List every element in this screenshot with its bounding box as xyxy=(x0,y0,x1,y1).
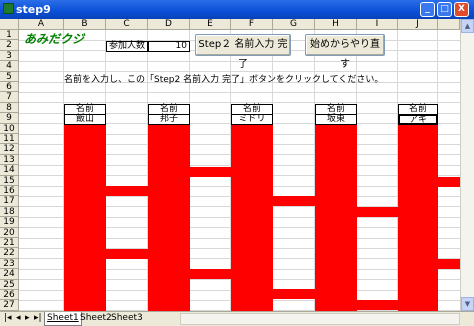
column-header[interactable]: A xyxy=(19,19,64,30)
excel-window: step9 _ □ X ABCDEFGHIJ 1 2 3 4 5 6 7 8 9 10 11 12 13… xyxy=(0,0,474,326)
row-header[interactable]: 18 xyxy=(0,206,19,218)
ladder-rung xyxy=(438,259,460,269)
gridline xyxy=(19,92,460,93)
name-cell-active[interactable]: アキ xyxy=(398,114,438,125)
row-header[interactable]: 11 xyxy=(0,134,19,145)
row-header[interactable]: 23 xyxy=(0,258,19,270)
ladder-column-b xyxy=(64,125,106,311)
ladder-rung xyxy=(106,249,148,259)
row-header[interactable]: 21 xyxy=(0,238,19,249)
row-header[interactable]: 13 xyxy=(0,154,19,166)
step2-complete-button[interactable]: Step２ 名前入力 完了 xyxy=(195,34,291,70)
ladder-rung xyxy=(190,269,231,279)
column-header-filler xyxy=(438,19,460,30)
ladder-rung xyxy=(438,177,460,187)
row-header[interactable]: 19 xyxy=(0,217,19,228)
row-header[interactable]: 14 xyxy=(0,165,19,176)
ladder-column-d xyxy=(148,125,190,311)
instruction-text: 名前を入力し、この「Step2 名前入力 完了」ボタンをクリックしてください。 xyxy=(64,75,384,85)
row-header[interactable]: 8 xyxy=(0,102,19,114)
row-header[interactable]: 3 xyxy=(0,50,19,62)
row-header[interactable]: 5 xyxy=(0,71,19,82)
column-header[interactable]: F xyxy=(231,19,273,30)
close-button[interactable]: X xyxy=(454,2,469,17)
ladder-rung xyxy=(273,196,315,206)
row-header[interactable]: 22 xyxy=(0,248,19,259)
select-all-corner[interactable] xyxy=(0,19,19,30)
tab-sheet3[interactable]: Sheet3 xyxy=(109,312,145,325)
row-header[interactable]: 24 xyxy=(0,269,19,280)
name-cell[interactable]: 飯山 xyxy=(64,114,106,125)
tab-next-icon[interactable]: ▸ xyxy=(23,312,32,325)
ladder-rung xyxy=(357,300,398,310)
scroll-up-arrow[interactable]: ▲ xyxy=(461,19,474,33)
row-header[interactable]: 25 xyxy=(0,279,19,290)
tab-last-icon[interactable]: ▸| xyxy=(32,312,44,325)
tab-first-icon[interactable]: |◂ xyxy=(2,312,14,325)
participants-label: 参加人数 xyxy=(106,41,148,52)
horizontal-scrollbar[interactable] xyxy=(180,313,460,325)
column-header[interactable]: D xyxy=(148,19,190,30)
maximize-button[interactable]: □ xyxy=(437,2,452,17)
ladder-column-f xyxy=(231,125,273,311)
row-header[interactable]: 20 xyxy=(0,227,19,238)
row-header[interactable]: 2 xyxy=(0,40,19,51)
name-cell[interactable]: 坂東 xyxy=(315,114,357,125)
ladder-rung xyxy=(273,289,315,299)
ladder-rung xyxy=(106,186,148,196)
row-header[interactable]: 4 xyxy=(0,61,19,72)
column-header[interactable]: C xyxy=(106,19,148,30)
row-header[interactable]: 12 xyxy=(0,144,19,155)
vertical-scrollbar[interactable]: ▲ ▼ xyxy=(460,19,474,311)
title-bar: step9 _ □ X xyxy=(0,0,474,19)
row-header[interactable]: 1 xyxy=(0,30,19,41)
tab-sheet1[interactable]: Sheet1 xyxy=(44,312,82,326)
window-title: step9 xyxy=(16,3,51,16)
name-cell[interactable]: 邦子 xyxy=(148,114,190,125)
column-header[interactable]: H xyxy=(315,19,357,30)
ladder-rung xyxy=(357,207,398,217)
excel-icon xyxy=(3,3,14,14)
row-header[interactable]: 26 xyxy=(0,290,19,301)
worksheet-grid[interactable]: ABCDEFGHIJ 1 2 3 4 5 6 7 8 9 10 11 12 13 14 15 16 17 18 19… xyxy=(0,19,460,311)
ladder-column-h xyxy=(315,125,357,311)
scroll-down-arrow[interactable]: ▼ xyxy=(461,297,474,311)
ladder-column-j xyxy=(398,125,438,311)
column-header[interactable]: J xyxy=(398,19,438,30)
ladder-rung xyxy=(190,167,231,177)
restart-button[interactable]: 始めからやり直す xyxy=(305,34,385,70)
row-header[interactable]: 27 xyxy=(0,300,19,311)
row-header[interactable]: 6 xyxy=(0,82,19,93)
column-header[interactable]: B xyxy=(64,19,106,30)
participants-count[interactable]: 10 xyxy=(148,41,190,52)
row-header[interactable]: 9 xyxy=(0,113,19,124)
minimize-button[interactable]: _ xyxy=(420,2,435,17)
row-header[interactable]: 17 xyxy=(0,196,19,207)
row-header[interactable]: 16 xyxy=(0,186,19,197)
column-header[interactable]: I xyxy=(357,19,398,30)
sheet-tab-bar: |◂ ◂ ▸ ▸| Sheet1 Sheet2 Sheet3 xyxy=(0,311,474,326)
row-header[interactable]: 10 xyxy=(0,123,19,134)
column-header[interactable]: G xyxy=(273,19,315,30)
column-header[interactable]: E xyxy=(190,19,231,30)
tab-prev-icon[interactable]: ◂ xyxy=(14,312,23,325)
sheet-title: あみだクジ xyxy=(24,32,85,46)
row-header[interactable]: 15 xyxy=(0,175,19,186)
row-header[interactable]: 7 xyxy=(0,92,19,103)
name-cell[interactable]: ミドリ xyxy=(231,114,273,125)
